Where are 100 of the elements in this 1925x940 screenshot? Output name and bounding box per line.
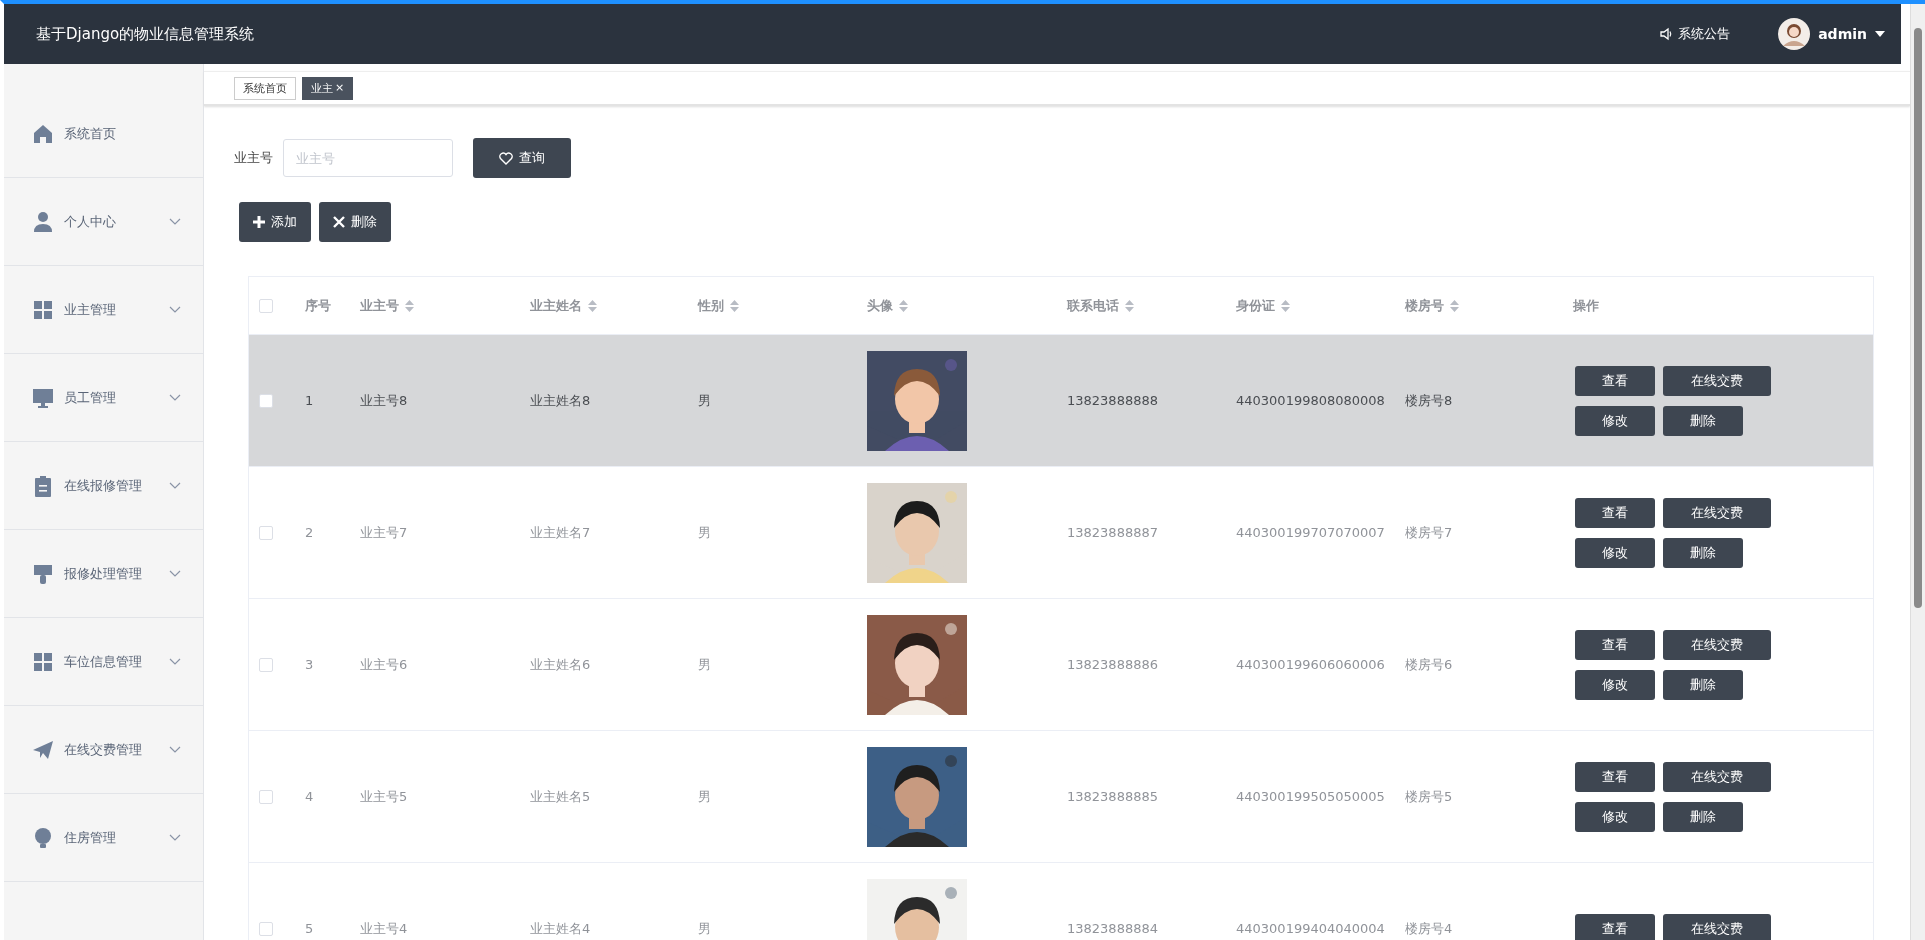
sidebar-item[interactable]: 员工管理 [4,354,203,442]
table-cell: 业主号6 [360,656,408,672]
table-cell: 业主姓名6 [530,656,591,672]
notice-link[interactable]: 系统公告 [1659,25,1731,43]
sidebar-item[interactable]: 业主管理 [4,266,203,354]
table-cell: 2 [305,525,314,540]
column-header: 联系电话 [1067,297,1119,313]
sidebar-item[interactable]: 在线报修管理 [4,442,203,530]
sidebar-item[interactable]: 报修处理管理 [4,530,203,618]
column-header: 身份证 [1236,297,1275,313]
row-checkbox[interactable] [259,790,273,805]
sidebar-item[interactable]: 系统首页 [4,90,203,178]
column-header: 楼房号 [1405,297,1444,313]
table-cell: 男 [698,524,711,540]
table-cell: 3 [305,657,314,672]
action-button[interactable]: 查看 [1575,365,1655,396]
action-button[interactable]: 删除 [1663,405,1743,436]
home-icon [32,122,54,145]
tab[interactable]: 系统首页 [234,76,296,100]
lightbulb-icon [32,826,54,849]
table-cell: 男 [698,656,711,672]
column-header: 序号 [305,297,331,313]
action-button[interactable]: 删除 [1663,537,1743,568]
table-cell: 13823888887 [1067,525,1158,540]
table-cell: 业主姓名7 [530,524,591,540]
row-checkbox[interactable] [259,526,273,541]
action-button[interactable]: 查看 [1575,761,1655,792]
add-button[interactable]: 添加 [239,202,311,242]
close-button[interactable]: × [335,80,345,96]
table-cell: 业主号4 [360,920,408,936]
monitor-icon [32,386,54,409]
tab[interactable]: 业主 × [302,76,354,100]
grid-icon [32,298,54,321]
column-header: 头像 [867,297,893,313]
sidebar-item[interactable]: 车位信息管理 [4,618,203,706]
action-button[interactable]: 在线交费 [1663,913,1771,940]
column-header: 业主号 [360,297,399,313]
action-button[interactable]: 在线交费 [1663,629,1771,660]
action-button[interactable]: 在线交费 [1663,497,1771,528]
action-button[interactable]: 查看 [1575,629,1655,660]
scrollbar-thumb[interactable] [1914,28,1922,608]
action-button[interactable]: 修改 [1575,669,1655,700]
table-cell: 440300199404040004 [1236,921,1385,936]
brush-icon [32,562,54,585]
table-cell: 13823888885 [1067,789,1158,804]
table-cell: 5 [305,921,314,936]
table-cell: 男 [698,788,711,804]
table-cell: 440300199707070007 [1236,525,1385,540]
table-cell: 男 [698,392,711,408]
action-button[interactable]: 查看 [1575,497,1655,528]
table-row[interactable]: 5 业主号4 业主姓名4 男 13823888884 440300199404040004 楼房号4 查看 在线交费 [249,862,1873,940]
table-cell: 4 [305,789,314,804]
sidebar-item[interactable]: 在线交费管理 [4,706,203,794]
sidebar-item[interactable]: 住房管理 [4,794,203,882]
search-field[interactable]: 业主号 [283,139,453,177]
scrollbar[interactable] [1910,4,1925,940]
plus-icon [253,216,265,228]
table-cell: 440300199808080008 [1236,393,1385,408]
column-header: 操作 [1573,297,1599,313]
row-checkbox[interactable] [259,658,273,673]
table-cell: 业主号7 [360,524,408,540]
user-menu[interactable]: admin [1778,18,1885,50]
action-button[interactable]: 修改 [1575,801,1655,832]
clipboard-icon [32,474,54,497]
grid-icon [32,650,54,673]
table-cell: 楼房号5 [1405,788,1453,804]
action-button[interactable]: 修改 [1575,405,1655,436]
action-button[interactable]: 修改 [1575,537,1655,568]
avatar-icon [1778,18,1811,50]
table-cell: 13823888886 [1067,657,1158,672]
sidebar-item[interactable]: 个人中心 [4,178,203,266]
table-cell: 男 [698,920,711,936]
table-cell: 13823888884 [1067,921,1158,936]
table-row[interactable]: 4 业主号5 业主姓名5 男 13823888885 440300199505050005 楼房号5 查看 在线交费 修改 删除 [249,730,1873,863]
action-button[interactable]: 删除 [1663,801,1743,832]
row-checkbox[interactable] [259,922,273,937]
action-button[interactable]: 删除 [1663,669,1743,700]
table-cell: 业主姓名8 [530,392,591,408]
paper-plane-icon [32,738,54,761]
table-row[interactable]: 3 业主号6 业主姓名6 男 13823888886 440300199606060006 楼房号6 查看 在线交费 修改 删除 [249,598,1873,731]
table-cell: 业主号5 [360,788,408,804]
table-cell: 楼房号7 [1405,524,1453,540]
table-cell: 业主姓名5 [530,788,591,804]
action-button[interactable]: 在线交费 [1663,365,1771,396]
search-button[interactable]: 查询 [473,138,571,178]
table-cell: 业主号8 [360,392,408,408]
action-button[interactable]: 在线交费 [1663,761,1771,792]
table-row[interactable]: 2 业主号7 业主姓名7 男 13823888887 440300199707070007 楼房号7 查看 在线交费 修改 删除 [249,466,1873,599]
action-button[interactable]: 查看 [1575,913,1655,940]
row-checkbox[interactable] [259,394,273,409]
table-cell: 楼房号6 [1405,656,1453,672]
table-cell: 楼房号4 [1405,920,1453,936]
select-all-checkbox[interactable] [259,299,273,314]
speaker-icon [1659,27,1674,41]
heart-icon [499,151,513,165]
table-cell: 1 [305,393,314,408]
app-title: 基于Django的物业信息管理系统 [36,24,255,44]
table-cell: 楼房号8 [1405,392,1453,408]
table-row[interactable]: 1 业主号8 业主姓名8 男 13823888888 440300199808080008 楼房号8 查看 在线交费 修改 删除 [249,334,1873,467]
delete-button[interactable]: 删除 [319,202,391,242]
